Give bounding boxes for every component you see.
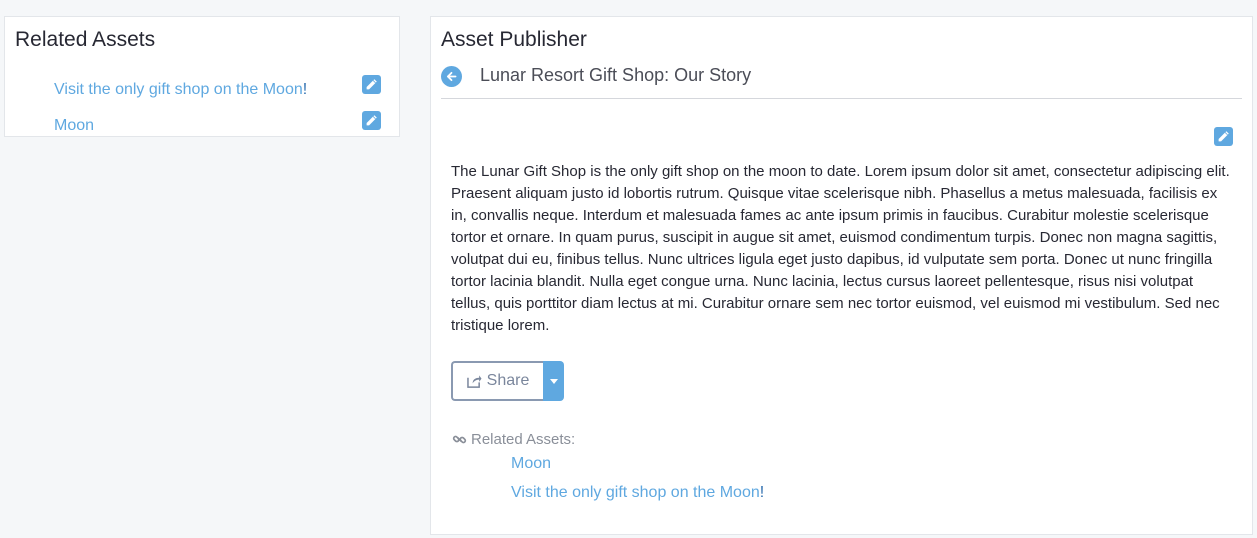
publisher-related-link-gift-shop-suffix: ! [759, 484, 765, 501]
asset-title: Lunar Resort Gift Shop: Our Story [480, 65, 752, 85]
related-link-moon[interactable]: Moon [54, 117, 94, 135]
asset-body-text: The Lunar Gift Shop is the only gift sho… [451, 163, 1230, 334]
related-link-gift-shop[interactable]: Visit the only gift shop on the Moon! [54, 81, 307, 99]
edit-gift-shop-button[interactable] [362, 75, 381, 94]
publisher-related-link-moon-label: Moon [511, 455, 552, 472]
related-assets-label-text: Related Assets: [471, 431, 576, 448]
publisher-related-link-gift-shop-label: Visit the only gift shop on the Moon [511, 484, 760, 501]
arrow-left-icon [446, 71, 457, 82]
edit-moon-button[interactable] [362, 111, 381, 130]
publisher-related-link-gift-shop[interactable]: Visit the only gift shop on the Moon! [511, 484, 764, 502]
share-button-label: Share [486, 372, 530, 389]
pencil-icon [366, 115, 377, 126]
related-assets-title: Related Assets [15, 28, 156, 51]
related-link-moon-label: Moon [54, 117, 95, 134]
back-button[interactable] [441, 66, 462, 87]
share-dropdown-toggle[interactable] [543, 361, 564, 401]
asset-publisher-title: Asset Publisher [441, 28, 587, 51]
header-divider [441, 98, 1242, 99]
link-icon [452, 435, 467, 444]
related-link-gift-shop-label: Visit the only gift shop on the Moon [54, 81, 303, 98]
share-button[interactable]: Share [451, 361, 543, 401]
pencil-icon [1218, 131, 1229, 142]
share-button-group: Share [451, 361, 564, 401]
caret-down-icon [549, 378, 558, 384]
related-assets-label: Related Assets: [452, 431, 575, 448]
related-assets-panel: Related Assets Visit the only gift shop … [4, 16, 400, 137]
pencil-icon [366, 79, 377, 90]
publisher-related-link-moon[interactable]: Moon [511, 455, 551, 473]
share-icon [466, 375, 482, 388]
edit-asset-button[interactable] [1214, 127, 1233, 146]
related-link-gift-shop-suffix: ! [302, 81, 308, 98]
asset-publisher-panel: Asset Publisher Lunar Resort Gift Shop: … [430, 16, 1253, 535]
